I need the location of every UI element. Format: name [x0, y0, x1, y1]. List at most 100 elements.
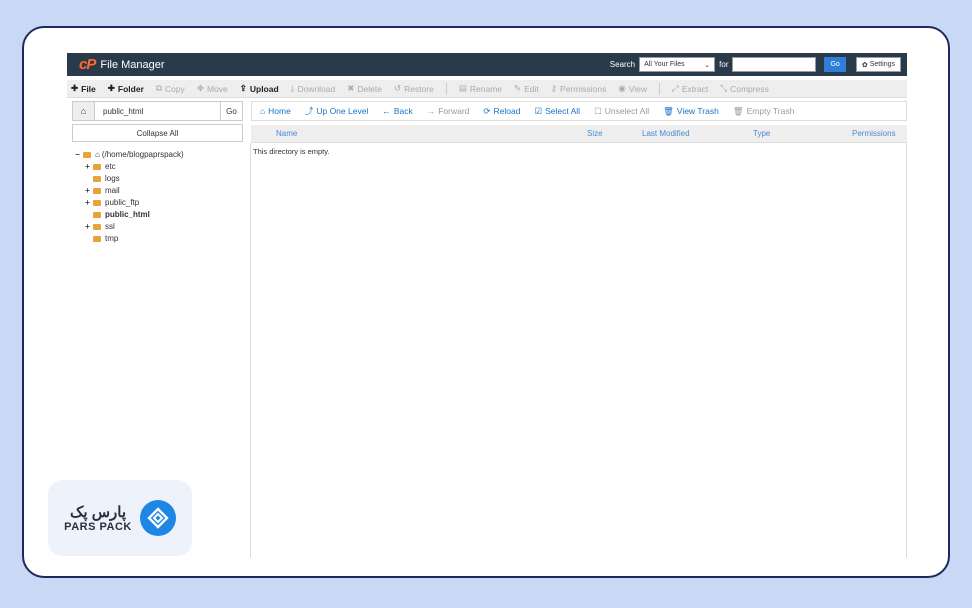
expand-toggle-icon[interactable]: + [84, 221, 91, 233]
tree-root-label: (/home/blogpaprspack) [101, 150, 184, 159]
checkbox-checked-icon: ☑ [534, 105, 543, 116]
search-scope-value: All Your Files [644, 61, 685, 68]
eye-icon: ◉ [618, 83, 626, 93]
plus-icon: ✚ [107, 83, 115, 93]
home-icon[interactable]: ⌂ [73, 102, 95, 120]
permissions-button[interactable]: ⚷ Permissions [551, 83, 607, 94]
column-header-name[interactable]: Name [276, 129, 297, 138]
nav-home-button[interactable]: ⌂ Home [260, 106, 291, 116]
settings-button[interactable]: ✿ Settings [855, 57, 901, 72]
tree-item-public-html[interactable]: public_html [84, 209, 184, 221]
nav-reload-button[interactable]: ⟳ Reload [483, 106, 520, 117]
nav-up-button[interactable]: ⤴ Up One Level [305, 105, 369, 117]
header-search: Search All Your Files ⌄ for Go ✿ Setting… [610, 57, 901, 72]
move-icon: ✥ [196, 83, 204, 93]
move-button[interactable]: ✥ Move [197, 83, 228, 94]
for-label: for [719, 60, 729, 69]
nav-forward-button[interactable]: → Forward [427, 106, 470, 116]
tree-item-ssl[interactable]: + ssl [84, 221, 184, 233]
collapse-all-button[interactable]: Collapse All [72, 124, 243, 142]
search-go-button[interactable]: Go [824, 57, 846, 72]
view-button[interactable]: ◉ View [618, 83, 647, 94]
delete-button[interactable]: ✖ Delete [347, 83, 382, 94]
undo-icon: ↺ [393, 83, 402, 93]
navigation-bar: ⌂ Home ⤴ Up One Level ← Back → Forward ⟳ Relo… [251, 101, 907, 121]
collapse-toggle-icon[interactable]: − [74, 149, 81, 161]
trash-icon: 🗑 [732, 105, 744, 116]
home-icon: ⌂ [95, 150, 100, 159]
app-title: File Manager [100, 58, 165, 71]
folder-icon [93, 164, 101, 170]
tree-item-mail[interactable]: + mail [84, 185, 184, 197]
file-icon: ▤ [458, 83, 467, 93]
expand-toggle-icon[interactable]: + [84, 185, 91, 197]
tree-root[interactable]: − ⌂ (/home/blogpaprspack) [74, 149, 184, 161]
key-icon: ⚷ [550, 83, 558, 93]
copy-button[interactable]: ⧉ Copy [156, 83, 185, 94]
brand-name-persian: پارس پک [69, 504, 127, 521]
nav-view-trash-button[interactable]: 🗑 View Trash [663, 106, 719, 117]
column-header-last-modified[interactable]: Last Modified [642, 129, 690, 138]
trash-icon: 🗑 [663, 105, 674, 116]
upload-icon: ⇪ [239, 83, 247, 93]
copy-icon: ⧉ [155, 83, 162, 93]
search-label: Search [609, 60, 636, 69]
search-input[interactable] [732, 57, 817, 72]
upload-button[interactable]: ⇪ Upload [240, 83, 279, 94]
nav-unselect-all-button[interactable]: ☐ Unselect All [594, 106, 649, 117]
download-button[interactable]: ⤓ Download [291, 83, 336, 94]
tree-item-public-ftp[interactable]: + public_ftp [84, 197, 184, 209]
expand-toggle-icon[interactable]: + [84, 197, 91, 209]
parspack-logo-icon [139, 500, 176, 536]
new-file-button[interactable]: ✚ File [71, 83, 96, 94]
empty-directory-message: This directory is empty. [253, 147, 330, 156]
column-header-type[interactable]: Type [753, 129, 770, 138]
folder-icon [93, 200, 101, 206]
settings-label: Settings [869, 61, 895, 68]
parspack-logo-text: پارس پک PARS PACK [64, 503, 132, 533]
file-table-header: Name Size Last Modified Type Permissions [251, 125, 907, 143]
extract-button[interactable]: ⤢ Extract [672, 83, 708, 94]
folder-icon [83, 152, 91, 158]
level-up-icon: ⤴ [304, 106, 314, 116]
nav-select-all-button[interactable]: ☑ Select All [534, 106, 580, 117]
pencil-icon: ✎ [514, 83, 522, 93]
nav-back-button[interactable]: ← Back [382, 106, 412, 116]
search-scope-select[interactable]: All Your Files ⌄ [639, 57, 716, 72]
arrow-left-icon: ← [382, 106, 391, 116]
tree-item-logs[interactable]: logs [84, 173, 184, 185]
tree-item-tmp[interactable]: tmp [84, 233, 184, 245]
compress-button[interactable]: ⤡ Compress [720, 83, 769, 94]
home-icon: ⌂ [260, 106, 266, 116]
refresh-icon: ⟳ [483, 105, 491, 116]
toolbar-divider [445, 82, 447, 95]
screenshot-frame: cP File Manager Search All Your Files ⌄ … [22, 26, 950, 578]
nav-empty-trash-button[interactable]: 🗑 Empty Trash [733, 106, 795, 117]
action-toolbar: ✚ File ✚ Folder ⧉ Copy ✥ Move ⇪ Upload ⤓ Downl… [67, 80, 907, 98]
checkbox-empty-icon: ☐ [594, 105, 602, 116]
parspack-badge: پارس پک PARS PACK [48, 480, 192, 556]
directory-tree: − ⌂ (/home/blogpaprspack) + etc logs + mai… [74, 149, 184, 245]
arrow-right-icon: → [426, 106, 436, 116]
path-go-button[interactable]: Go [220, 102, 242, 120]
rename-button[interactable]: ▤ Rename [459, 83, 502, 94]
expand-icon: ⤢ [672, 83, 679, 93]
tree-item-etc[interactable]: + etc [84, 161, 184, 173]
column-header-permissions[interactable]: Permissions [852, 129, 896, 138]
expand-toggle-icon[interactable]: + [84, 161, 91, 173]
folder-icon [93, 212, 101, 218]
folder-icon [93, 236, 101, 242]
path-bar: ⌂ public_html Go [72, 101, 243, 121]
column-header-size[interactable]: Size [587, 129, 603, 138]
restore-button[interactable]: ↺ Restore [394, 83, 434, 94]
compress-icon: ⤡ [720, 83, 728, 93]
plus-icon: ✚ [71, 83, 79, 93]
app-header: cP File Manager Search All Your Files ⌄ … [67, 53, 907, 76]
path-input[interactable]: public_html [95, 107, 220, 116]
edit-button[interactable]: ✎ Edit [514, 83, 539, 94]
new-folder-button[interactable]: ✚ Folder [108, 83, 144, 94]
gear-icon: ✿ [861, 61, 868, 69]
brand-name-english: PARS PACK [64, 521, 132, 533]
cp-logo-icon: cP [79, 56, 96, 73]
folder-icon [93, 176, 101, 182]
